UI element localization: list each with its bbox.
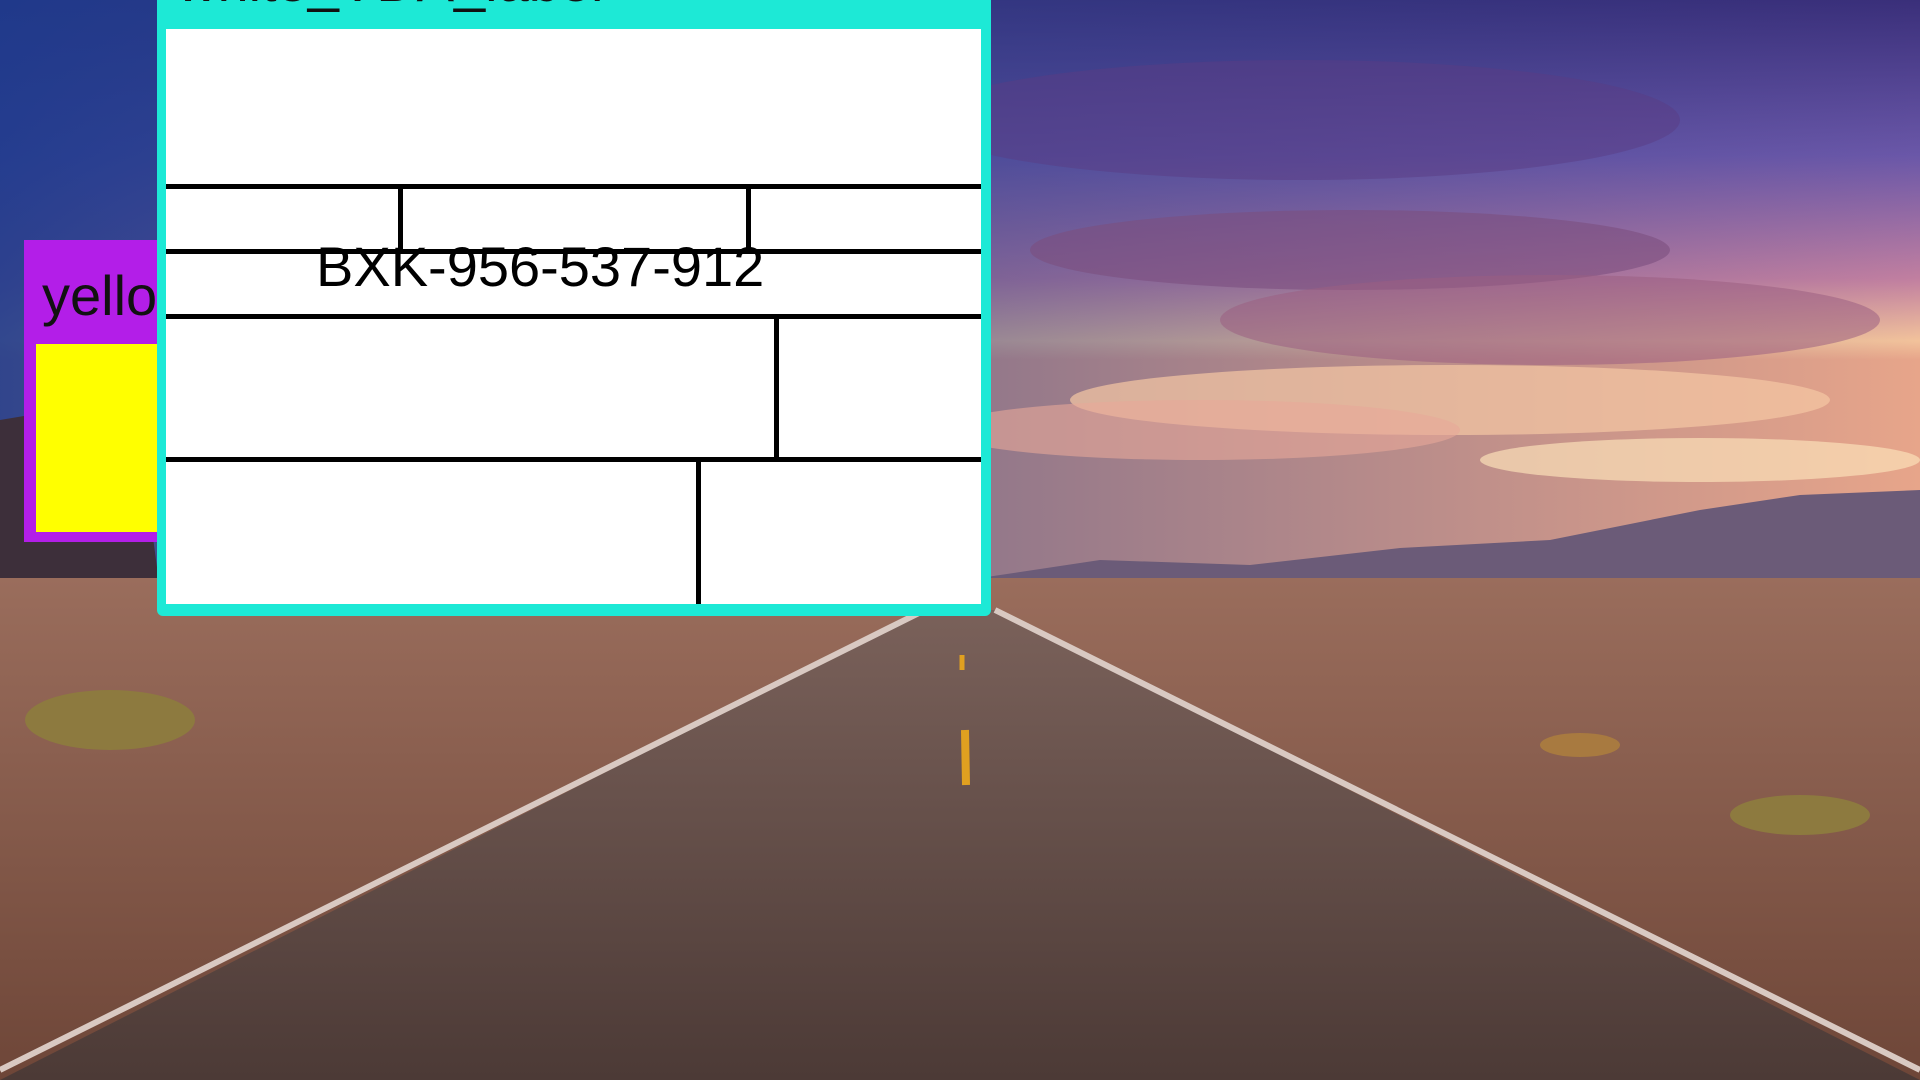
label-divider [774,314,779,462]
white-vda-label-frame: white_VDA_label BXK-956-537-912 [157,0,991,616]
label-divider [166,457,981,462]
label-divider [166,184,981,189]
yellow-box-label: yello [42,264,158,327]
label-divider [696,457,701,604]
label-code-text: BXK-956-537-912 [316,235,765,298]
label-divider [166,314,981,319]
white-vda-label-body: BXK-956-537-912 [166,29,981,604]
desktop-scene: yello white_VDA_label BXK-956-537-912 [0,0,1920,1080]
white-vda-label-title: white_VDA_label [177,0,603,10]
